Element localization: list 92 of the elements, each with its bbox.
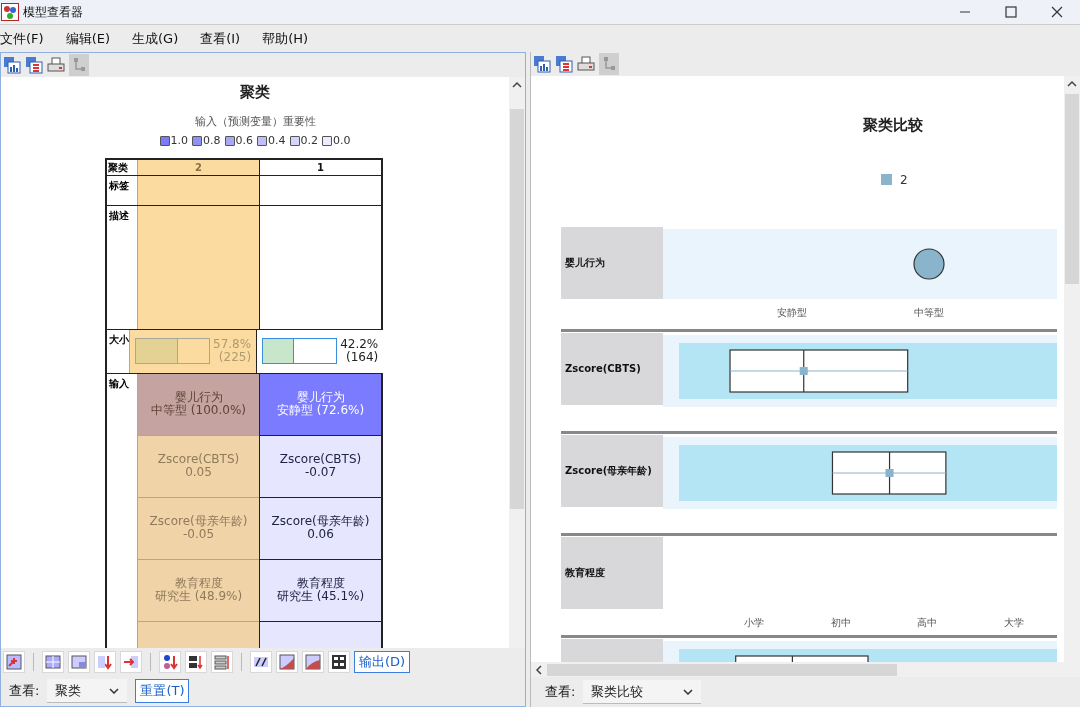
size-count: (164) xyxy=(345,351,379,364)
horizontal-scrollbar[interactable] xyxy=(531,662,1080,677)
grid-button[interactable] xyxy=(42,651,64,673)
area-chart-alt-button[interactable] xyxy=(302,651,324,673)
row-label: 标签 xyxy=(108,178,130,193)
menu-item[interactable]: 生成(G) xyxy=(132,28,179,49)
output-button[interactable]: 输出(D) xyxy=(354,651,411,673)
input-value: 研究生 (45.1%) xyxy=(276,590,365,603)
scroll-left-icon[interactable] xyxy=(533,664,545,675)
app-icon xyxy=(1,3,19,21)
chevron-down-icon xyxy=(109,687,120,694)
chart-icon[interactable] xyxy=(533,55,551,73)
reset-button[interactable]: 重置(T) xyxy=(135,679,190,703)
legend-title: 输入（预测变量）重要性 xyxy=(194,113,316,130)
axis-label: 高中 xyxy=(917,615,938,630)
input-value: 0.06 xyxy=(307,528,334,541)
input-name: 教育程度 xyxy=(296,577,345,590)
row-label: 大小 xyxy=(108,332,129,347)
sort-rows-icon xyxy=(214,654,230,670)
table-icon[interactable] xyxy=(25,56,43,74)
area-chart-button[interactable] xyxy=(276,651,298,673)
view-title: 聚类比较 xyxy=(863,115,924,136)
layout-button[interactable] xyxy=(68,651,90,673)
menu-item[interactable]: 编辑(E) xyxy=(65,28,110,49)
layout-icon xyxy=(71,654,87,670)
input-name: 教育程度 xyxy=(174,577,223,590)
sort-dots-button[interactable] xyxy=(159,651,181,673)
arrow-right-icon xyxy=(123,654,139,670)
area-chart-icon xyxy=(279,654,295,670)
axis-label: 中等型 xyxy=(913,305,944,320)
input-value: 研究生 (48.9%) xyxy=(154,590,243,603)
variable-label: Zscore(CBTS) xyxy=(561,332,663,405)
axis-label: 安静型 xyxy=(776,305,807,320)
legend-label: 0.4 xyxy=(268,133,286,149)
sort-alpha-icon xyxy=(97,654,113,670)
area-chart-alt-icon xyxy=(305,654,321,670)
arrow-right-button[interactable] xyxy=(120,651,142,673)
table-icon[interactable] xyxy=(555,55,573,73)
view-dropdown[interactable]: 聚类 xyxy=(47,679,128,703)
legend-label: 0.8 xyxy=(203,133,221,149)
input-name: 婴儿行为 xyxy=(174,391,223,404)
input-name: Zscore(母亲年龄) xyxy=(149,515,248,528)
input-value: -0.05 xyxy=(182,528,215,541)
input-name: Zscore(CBTS) xyxy=(157,453,240,466)
row-label: 输入 xyxy=(108,376,130,391)
pivot-button[interactable] xyxy=(3,651,25,673)
axis-label: 小学 xyxy=(744,615,765,630)
sort-rows-button[interactable] xyxy=(211,651,233,673)
legend-label: 0.6 xyxy=(235,133,253,149)
row-label: 描述 xyxy=(108,208,130,223)
menu-item[interactable]: 帮助(H) xyxy=(262,28,309,49)
view-title: 聚类 xyxy=(240,82,270,103)
input-name: 婴儿行为 xyxy=(296,391,345,404)
menu-item[interactable]: 文件(F) xyxy=(0,28,44,49)
variable-label: Zscore(母亲年龄) xyxy=(561,434,663,507)
view-dropdown[interactable]: 聚类比较 xyxy=(583,680,702,704)
sort-columns-button[interactable] xyxy=(185,651,207,673)
legend-label: 0.0 xyxy=(333,133,351,149)
legend-label: 1.0 xyxy=(170,133,188,149)
input-value: -0.07 xyxy=(304,466,337,479)
axis-label: 初中 xyxy=(830,615,851,630)
grid-icon xyxy=(45,654,61,670)
chevron-down-icon xyxy=(683,688,694,695)
size-percent: 57.8% xyxy=(213,338,252,351)
view-label: 查看: xyxy=(9,682,40,701)
menu-item[interactable]: 查看(I) xyxy=(200,28,241,49)
view-label: 查看: xyxy=(545,683,576,702)
input-name: Zscore(CBTS) xyxy=(279,453,362,466)
pivot-icon xyxy=(6,654,22,670)
window-title: 模型查看器 xyxy=(23,4,83,21)
sort-alpha-button[interactable] xyxy=(94,651,116,673)
axis-label: 大学 xyxy=(1003,615,1024,630)
size-percent: 42.2% xyxy=(340,338,379,351)
vertical-scrollbar[interactable] xyxy=(1064,76,1080,662)
printer-icon[interactable] xyxy=(47,56,65,74)
printer-icon[interactable] xyxy=(577,55,595,73)
variable-label: 婴儿行为 xyxy=(561,226,663,299)
scroll-up-icon[interactable] xyxy=(1067,80,1077,88)
sort-columns-icon xyxy=(188,654,204,670)
input-value: 中等型 (100.0%) xyxy=(151,404,246,417)
legend-label: 0.2 xyxy=(300,133,318,149)
scroll-up-icon[interactable] xyxy=(512,81,522,89)
variable-label: 教育程度 xyxy=(561,536,663,609)
size-count: (225) xyxy=(218,351,252,364)
legend-label: 2 xyxy=(900,171,908,189)
sort-dots-icon xyxy=(162,654,178,670)
chart-icon[interactable] xyxy=(3,56,21,74)
cluster-header[interactable]: 2 xyxy=(137,159,259,175)
input-value: 0.05 xyxy=(185,466,212,479)
vertical-scrollbar[interactable] xyxy=(509,77,525,648)
input-name: Zscore(母亲年龄) xyxy=(271,515,370,528)
header-cell-text: 聚类 xyxy=(107,160,129,175)
